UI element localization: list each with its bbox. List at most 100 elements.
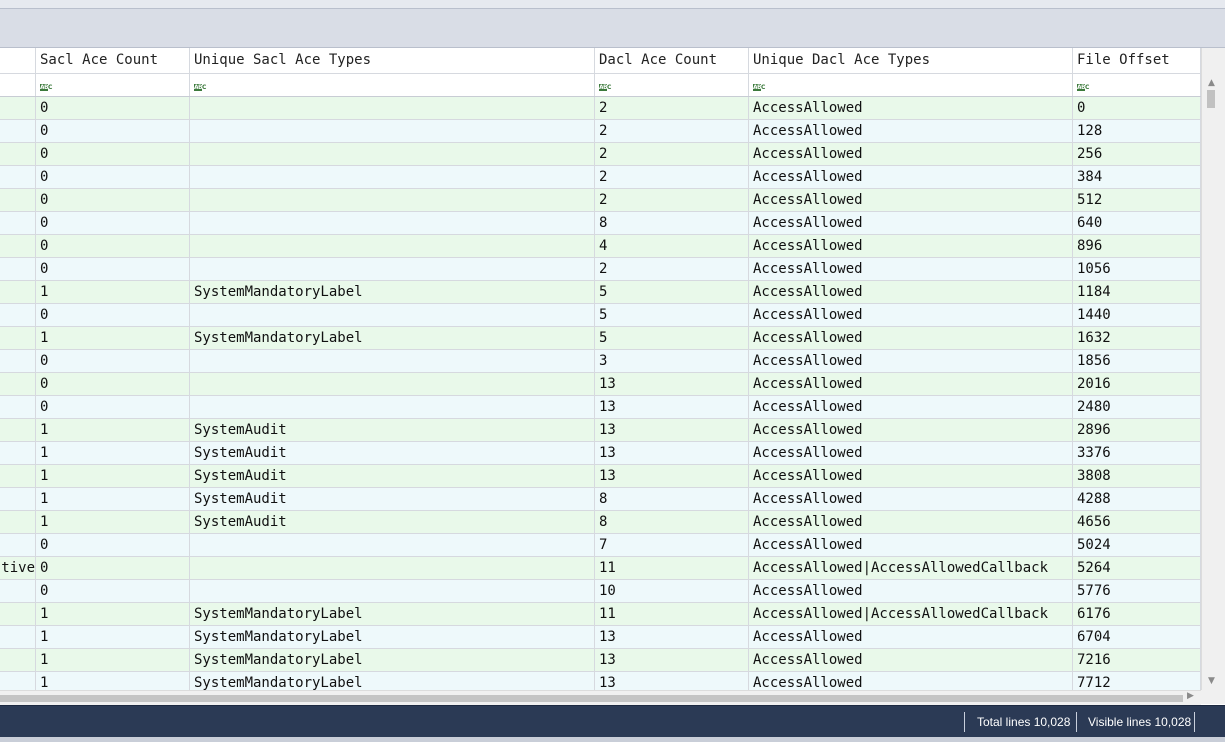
- cell-sacl-ace-count[interactable]: 1: [36, 419, 190, 441]
- cell-unique-sacl-ace-types[interactable]: SystemAudit: [190, 488, 595, 510]
- cell-unique-sacl-ace-types[interactable]: SystemMandatoryLabel: [190, 603, 595, 625]
- cell-file-offset[interactable]: 128: [1073, 120, 1201, 142]
- column-header-unique-dacl-ace-types[interactable]: Unique Dacl Ace Types: [749, 48, 1073, 73]
- cell-sacl-ace-count[interactable]: 0: [36, 235, 190, 257]
- cell-dacl-ace-count[interactable]: 4: [595, 235, 749, 257]
- scroll-up-arrow-icon[interactable]: ▲: [1208, 78, 1215, 88]
- table-row[interactable]: 0 3 AccessAllowed 1856: [0, 350, 1201, 373]
- cell-unique-sacl-ace-types[interactable]: [190, 396, 595, 418]
- cell-file-offset[interactable]: 2016: [1073, 373, 1201, 395]
- cell-unique-sacl-ace-types[interactable]: [190, 212, 595, 234]
- cell-file-offset[interactable]: 1440: [1073, 304, 1201, 326]
- cell-dacl-ace-count[interactable]: 13: [595, 672, 749, 690]
- filter-cell-dacl-ace-count[interactable]: ABC: [595, 74, 749, 96]
- cell-sacl-ace-count[interactable]: 0: [36, 396, 190, 418]
- cell-dacl-ace-count[interactable]: 13: [595, 373, 749, 395]
- cell-unique-dacl-ace-types[interactable]: AccessAllowed: [749, 626, 1073, 648]
- vertical-scroll-thumb[interactable]: [1207, 90, 1215, 108]
- cell-unique-sacl-ace-types[interactable]: [190, 373, 595, 395]
- cell-unique-sacl-ace-types[interactable]: [190, 350, 595, 372]
- cell-truncated[interactable]: [0, 580, 36, 602]
- cell-dacl-ace-count[interactable]: 13: [595, 626, 749, 648]
- cell-unique-sacl-ace-types[interactable]: SystemAudit: [190, 465, 595, 487]
- cell-truncated[interactable]: [0, 143, 36, 165]
- cell-unique-dacl-ace-types[interactable]: AccessAllowed: [749, 672, 1073, 690]
- cell-unique-dacl-ace-types[interactable]: AccessAllowed: [749, 442, 1073, 464]
- cell-sacl-ace-count[interactable]: 0: [36, 304, 190, 326]
- cell-file-offset[interactable]: 5264: [1073, 557, 1201, 579]
- cell-file-offset[interactable]: 5776: [1073, 580, 1201, 602]
- cell-dacl-ace-count[interactable]: 13: [595, 649, 749, 671]
- cell-file-offset[interactable]: 4656: [1073, 511, 1201, 533]
- cell-sacl-ace-count[interactable]: 0: [36, 373, 190, 395]
- cell-sacl-ace-count[interactable]: 1: [36, 281, 190, 303]
- cell-unique-sacl-ace-types[interactable]: SystemMandatoryLabel: [190, 626, 595, 648]
- cell-unique-sacl-ace-types[interactable]: [190, 166, 595, 188]
- cell-dacl-ace-count[interactable]: 3: [595, 350, 749, 372]
- scroll-right-arrow-icon[interactable]: ▶: [1187, 691, 1194, 701]
- table-row[interactable]: 0 4 AccessAllowed 896: [0, 235, 1201, 258]
- cell-sacl-ace-count[interactable]: 1: [36, 327, 190, 349]
- cell-dacl-ace-count[interactable]: 11: [595, 603, 749, 625]
- filter-cell-sacl-ace-count[interactable]: ABC: [36, 74, 190, 96]
- cell-unique-dacl-ace-types[interactable]: AccessAllowed: [749, 235, 1073, 257]
- table-row[interactable]: 1 SystemAudit 13 AccessAllowed 3376: [0, 442, 1201, 465]
- cell-truncated[interactable]: [0, 442, 36, 464]
- cell-unique-sacl-ace-types[interactable]: [190, 580, 595, 602]
- cell-sacl-ace-count[interactable]: 1: [36, 649, 190, 671]
- cell-sacl-ace-count[interactable]: 0: [36, 580, 190, 602]
- cell-truncated[interactable]: tive: [0, 557, 36, 579]
- cell-truncated[interactable]: [0, 488, 36, 510]
- abc-filter-icon[interactable]: ABC: [753, 84, 766, 91]
- abc-filter-icon[interactable]: ABC: [194, 84, 207, 91]
- cell-truncated[interactable]: [0, 465, 36, 487]
- cell-file-offset[interactable]: 6704: [1073, 626, 1201, 648]
- table-row[interactable]: 0 2 AccessAllowed 128: [0, 120, 1201, 143]
- cell-unique-dacl-ace-types[interactable]: AccessAllowed: [749, 212, 1073, 234]
- cell-sacl-ace-count[interactable]: 0: [36, 143, 190, 165]
- cell-unique-sacl-ace-types[interactable]: SystemMandatoryLabel: [190, 672, 595, 690]
- cell-file-offset[interactable]: 1184: [1073, 281, 1201, 303]
- cell-truncated[interactable]: [0, 166, 36, 188]
- cell-unique-dacl-ace-types[interactable]: AccessAllowed: [749, 580, 1073, 602]
- cell-unique-dacl-ace-types[interactable]: AccessAllowed: [749, 488, 1073, 510]
- cell-unique-dacl-ace-types[interactable]: AccessAllowed|AccessAllowedCallback: [749, 603, 1073, 625]
- cell-dacl-ace-count[interactable]: 2: [595, 258, 749, 280]
- cell-unique-sacl-ace-types[interactable]: [190, 120, 595, 142]
- cell-dacl-ace-count[interactable]: 2: [595, 143, 749, 165]
- table-row[interactable]: 1 SystemAudit 8 AccessAllowed 4288: [0, 488, 1201, 511]
- column-header-unique-sacl-ace-types[interactable]: Unique Sacl Ace Types: [190, 48, 595, 73]
- cell-unique-dacl-ace-types[interactable]: AccessAllowed: [749, 327, 1073, 349]
- cell-unique-sacl-ace-types[interactable]: [190, 557, 595, 579]
- cell-unique-sacl-ace-types[interactable]: [190, 189, 595, 211]
- column-header-file-offset[interactable]: File Offset: [1073, 48, 1201, 73]
- table-row[interactable]: 1 SystemAudit 8 AccessAllowed 4656: [0, 511, 1201, 534]
- cell-dacl-ace-count[interactable]: 5: [595, 304, 749, 326]
- cell-truncated[interactable]: [0, 120, 36, 142]
- cell-file-offset[interactable]: 2896: [1073, 419, 1201, 441]
- cell-unique-dacl-ace-types[interactable]: AccessAllowed: [749, 281, 1073, 303]
- scroll-down-arrow-icon[interactable]: ▼: [1208, 676, 1215, 686]
- cell-dacl-ace-count[interactable]: 2: [595, 189, 749, 211]
- table-row[interactable]: 1 SystemAudit 13 AccessAllowed 2896: [0, 419, 1201, 442]
- cell-unique-dacl-ace-types[interactable]: AccessAllowed: [749, 189, 1073, 211]
- cell-file-offset[interactable]: 1632: [1073, 327, 1201, 349]
- cell-truncated[interactable]: [0, 511, 36, 533]
- cell-unique-dacl-ace-types[interactable]: AccessAllowed: [749, 258, 1073, 280]
- cell-unique-sacl-ace-types[interactable]: [190, 258, 595, 280]
- cell-file-offset[interactable]: 0: [1073, 97, 1201, 119]
- cell-unique-sacl-ace-types[interactable]: [190, 304, 595, 326]
- data-grid[interactable]: Sacl Ace Count Unique Sacl Ace Types Dac…: [0, 48, 1201, 690]
- cell-file-offset[interactable]: 3376: [1073, 442, 1201, 464]
- cell-dacl-ace-count[interactable]: 8: [595, 511, 749, 533]
- cell-file-offset[interactable]: 640: [1073, 212, 1201, 234]
- cell-unique-dacl-ace-types[interactable]: AccessAllowed: [749, 97, 1073, 119]
- table-row[interactable]: 1 SystemMandatoryLabel 11 AccessAllowed|Acc…: [0, 603, 1201, 626]
- cell-sacl-ace-count[interactable]: 1: [36, 672, 190, 690]
- cell-truncated[interactable]: [0, 212, 36, 234]
- cell-truncated[interactable]: [0, 534, 36, 556]
- cell-sacl-ace-count[interactable]: 0: [36, 557, 190, 579]
- table-row[interactable]: 0 2 AccessAllowed 384: [0, 166, 1201, 189]
- cell-sacl-ace-count[interactable]: 1: [36, 488, 190, 510]
- cell-truncated[interactable]: [0, 419, 36, 441]
